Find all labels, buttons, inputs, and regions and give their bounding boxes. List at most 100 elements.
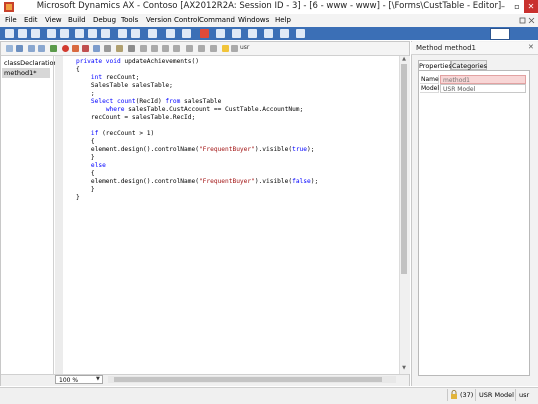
- chevron-down-icon[interactable]: ▼: [96, 376, 100, 382]
- forward-icon[interactable]: [18, 29, 27, 38]
- maximize-button[interactable]: ▫: [510, 0, 524, 13]
- toolbar-layer-label: usr: [240, 44, 250, 51]
- compile-method-icon[interactable]: [93, 45, 100, 52]
- menu-help[interactable]: Help: [275, 16, 291, 24]
- code-line: int recCount;: [90, 74, 140, 81]
- status-user: usr: [519, 391, 530, 399]
- method-item-method1[interactable]: method1*: [2, 68, 50, 78]
- properties-panel-title: Method method1: [416, 44, 476, 52]
- minimize-button[interactable]: –: [496, 0, 510, 13]
- lock-icon: [451, 390, 457, 399]
- code-line: }: [76, 154, 95, 161]
- menu-tools[interactable]: Tools: [121, 16, 138, 24]
- remove-breakpoints-icon[interactable]: [82, 45, 89, 52]
- vertical-scroll-thumb[interactable]: [401, 64, 407, 274]
- status-separator: [447, 389, 448, 401]
- filter-icon[interactable]: [131, 29, 140, 38]
- code-line: Select count(RecId) from salesTable: [90, 98, 222, 105]
- lookup-icon[interactable]: [128, 45, 135, 52]
- redo-icon[interactable]: [38, 45, 45, 52]
- menu-debug[interactable]: Debug: [93, 16, 116, 24]
- next-bookmark-icon[interactable]: [198, 45, 205, 52]
- code-line: where salesTable.CustAccount == CustTabl…: [105, 106, 304, 113]
- tab-properties[interactable]: Properties: [418, 60, 452, 70]
- menu-edit[interactable]: Edit: [24, 16, 38, 24]
- code-line: recCount = salesTable.RecId;: [76, 114, 196, 121]
- menu-windows[interactable]: Windows: [238, 16, 269, 24]
- method-item-classdeclaration[interactable]: classDeclaration: [2, 58, 58, 68]
- lightbulb-icon[interactable]: [222, 45, 229, 52]
- editor-gutter: [55, 56, 63, 374]
- code-line: else: [90, 162, 106, 169]
- code-line: private void updateAchievements(): [76, 58, 199, 65]
- user-icon[interactable]: [296, 29, 305, 38]
- paste-icon[interactable]: [101, 29, 110, 38]
- code-line: {: [76, 138, 95, 145]
- status-separator: [515, 389, 516, 401]
- run-icon[interactable]: [166, 29, 175, 38]
- menu-version-control[interactable]: Version Control: [146, 16, 199, 24]
- find-icon[interactable]: [104, 45, 111, 52]
- bookmark-icon[interactable]: [186, 45, 193, 52]
- compile-icon[interactable]: [148, 29, 157, 38]
- code-line: if (recCount > 1): [90, 130, 155, 137]
- close-button[interactable]: ✕: [524, 0, 538, 13]
- property-model-field[interactable]: USR Model: [440, 84, 526, 93]
- code-line: ;: [76, 90, 95, 97]
- outdent-icon[interactable]: [151, 45, 158, 52]
- help-icon[interactable]: [232, 29, 241, 38]
- breakpoint-icon[interactable]: [62, 45, 69, 52]
- back-icon[interactable]: [5, 29, 14, 38]
- property-model-label: Model: [420, 84, 440, 93]
- menu-file[interactable]: File: [5, 16, 17, 24]
- status-count: (37): [460, 391, 474, 399]
- menu-view[interactable]: View: [45, 16, 62, 24]
- code-line: {: [76, 66, 80, 73]
- property-grid: [418, 70, 530, 376]
- list-icon[interactable]: [231, 45, 238, 52]
- cut-icon[interactable]: [75, 29, 84, 38]
- code-line: }: [76, 186, 95, 193]
- scroll-down-arrow-icon[interactable]: ▼: [399, 365, 409, 373]
- toggle-breakpoint-icon[interactable]: [72, 45, 79, 52]
- tab-categories[interactable]: Categories: [451, 60, 487, 70]
- undo-icon[interactable]: [28, 45, 35, 52]
- close-icon[interactable]: ✕: [528, 43, 534, 51]
- window-icon[interactable]: [248, 29, 257, 38]
- indent-icon[interactable]: [140, 45, 147, 52]
- toolbar-search-box[interactable]: [490, 28, 510, 40]
- scroll-up-arrow-icon[interactable]: ▲: [399, 56, 409, 64]
- code-line: element.design().controlName("FrequentBu…: [76, 178, 319, 185]
- new-icon[interactable]: [31, 29, 40, 38]
- menu-build[interactable]: Build: [68, 16, 86, 24]
- method-list: [1, 56, 54, 374]
- settings-icon[interactable]: [280, 29, 289, 38]
- comment-icon[interactable]: [162, 45, 169, 52]
- script-icon[interactable]: [116, 45, 123, 52]
- code-line: }: [76, 194, 80, 201]
- code-line: element.design().controlName("FrequentBu…: [76, 146, 315, 153]
- menu-command[interactable]: Command: [199, 16, 235, 24]
- code-line: {: [76, 170, 95, 177]
- horizontal-scroll-thumb[interactable]: [114, 377, 382, 382]
- stop-icon[interactable]: [200, 29, 209, 38]
- status-model: USR Model: [479, 391, 514, 399]
- status-separator: [475, 389, 476, 401]
- prev-bookmark-icon[interactable]: [210, 45, 217, 52]
- uncomment-icon[interactable]: [173, 45, 180, 52]
- save-method-icon[interactable]: [16, 45, 23, 52]
- aot-icon[interactable]: [118, 29, 127, 38]
- copy-icon[interactable]: [88, 29, 97, 38]
- window-title: Microsoft Dynamics AX - Contoso [AX2012R…: [36, 1, 502, 11]
- refresh-icon[interactable]: [60, 29, 69, 38]
- properties-icon[interactable]: [182, 29, 191, 38]
- property-name-label: Name: [420, 75, 439, 84]
- property-name-field[interactable]: method1: [440, 75, 526, 84]
- run-method-icon[interactable]: [50, 45, 57, 52]
- layout-icon[interactable]: [264, 29, 273, 38]
- import-icon[interactable]: [216, 29, 225, 38]
- save-icon[interactable]: [47, 29, 56, 38]
- window-controls-icon[interactable]: [518, 14, 538, 27]
- new-method-icon[interactable]: [6, 45, 13, 52]
- code-line: SalesTable salesTable;: [76, 82, 173, 89]
